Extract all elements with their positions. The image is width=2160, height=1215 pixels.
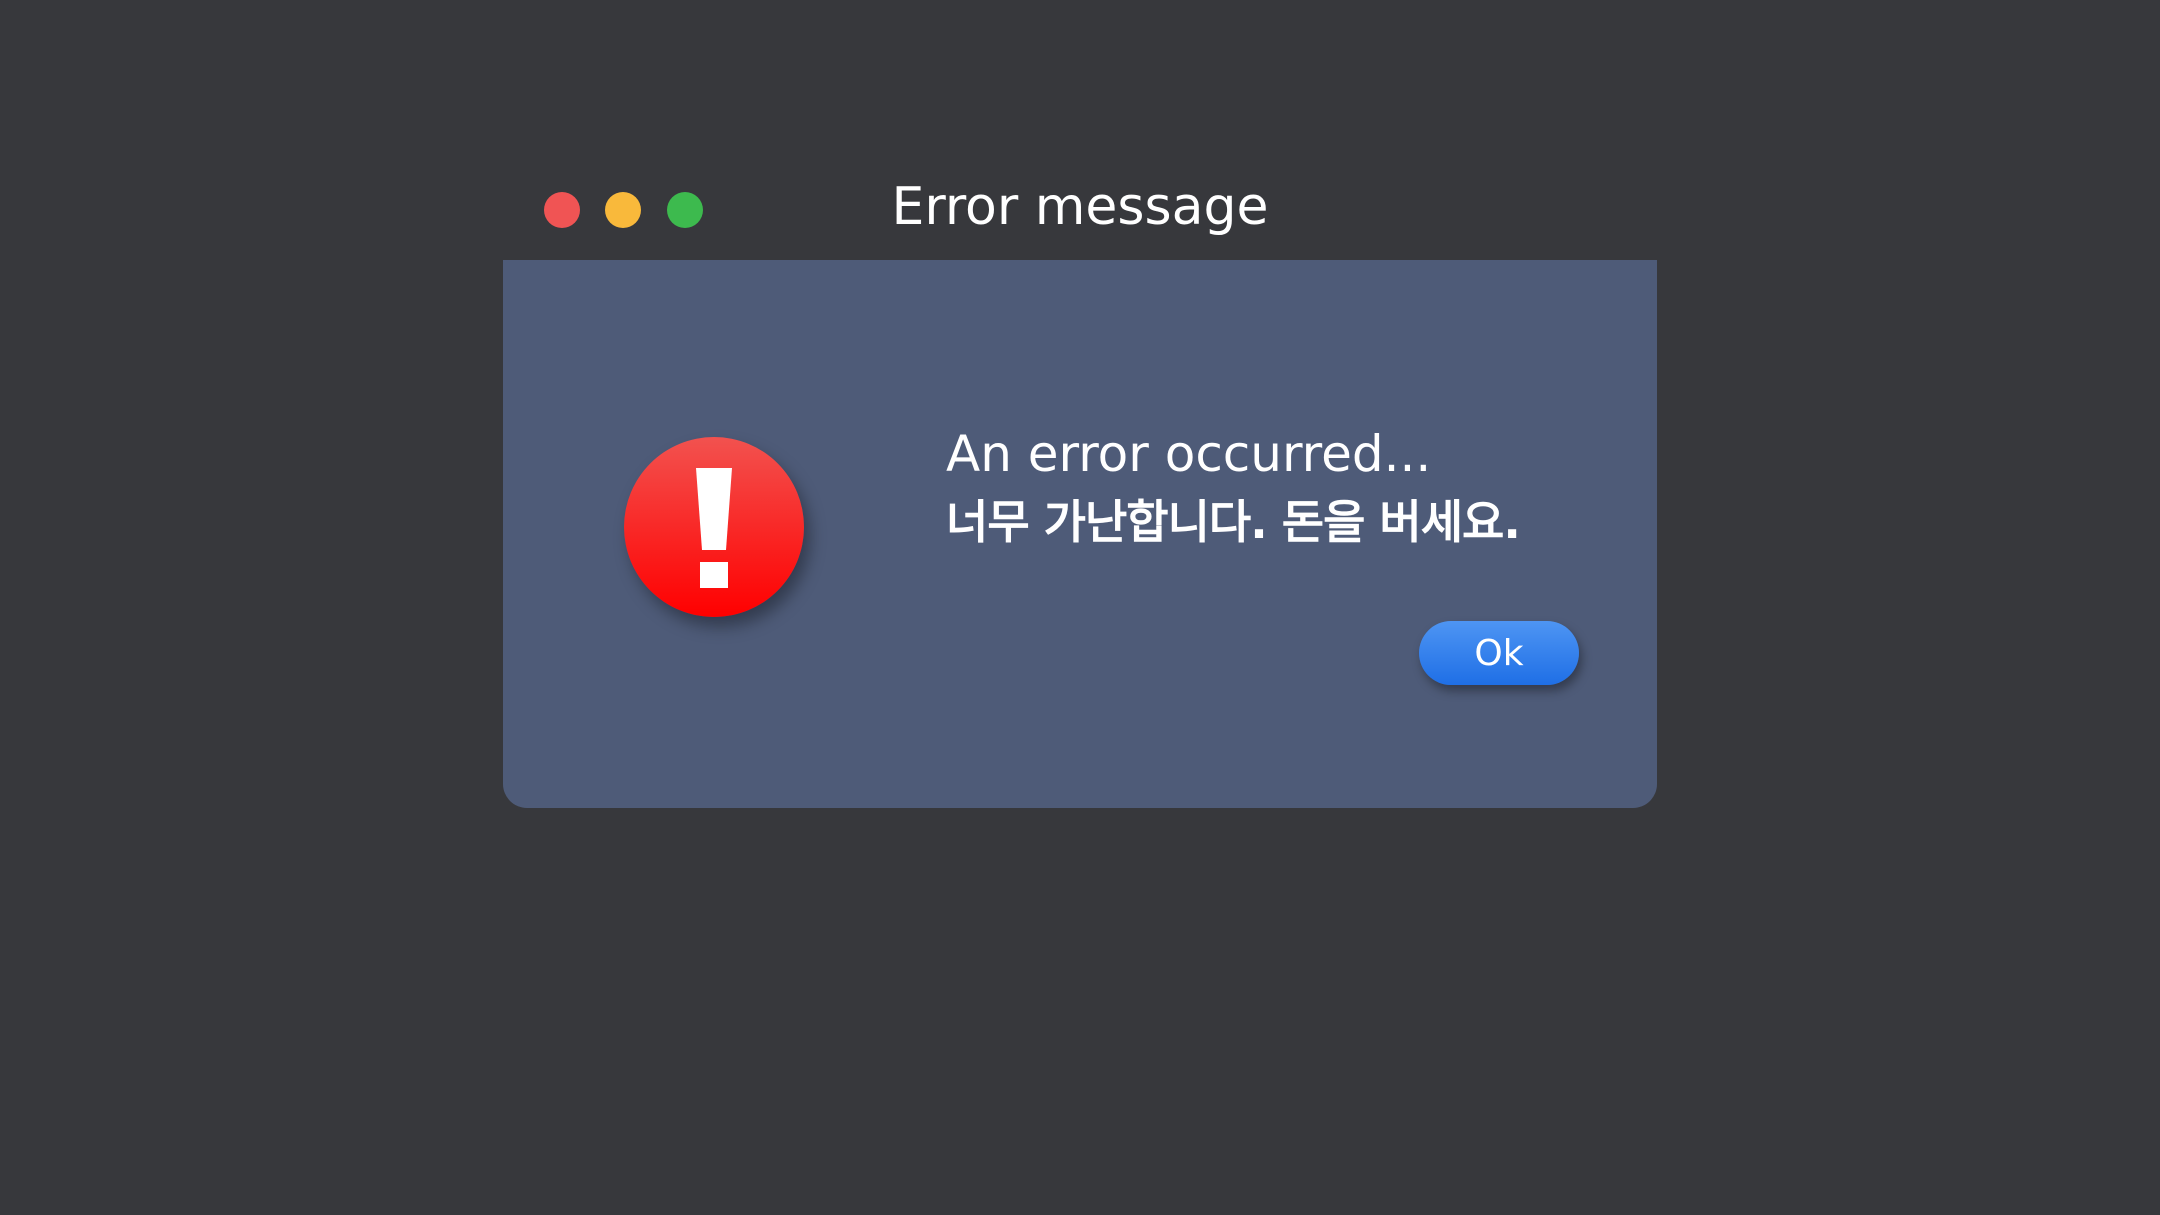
error-message: An error occurred... 너무 가난합니다. 돈을 버세요. bbox=[946, 420, 1626, 556]
exclamation-mark bbox=[696, 468, 732, 588]
title-bar: Error message bbox=[503, 152, 1657, 260]
error-dialog: Error message An error occurred... 너무 가난… bbox=[503, 152, 1657, 808]
dialog-body: An error occurred... 너무 가난합니다. 돈을 버세요. O… bbox=[503, 260, 1657, 808]
error-message-title: An error occurred... bbox=[946, 425, 1432, 483]
window-title: Error message bbox=[891, 177, 1269, 237]
exclamation-icon bbox=[624, 437, 804, 617]
ok-button[interactable]: Ok bbox=[1419, 621, 1579, 685]
error-message-detail: 너무 가난합니다. 돈을 버세요. bbox=[946, 495, 1521, 549]
desktop-background: Error message An error occurred... 너무 가난… bbox=[0, 0, 2160, 1215]
